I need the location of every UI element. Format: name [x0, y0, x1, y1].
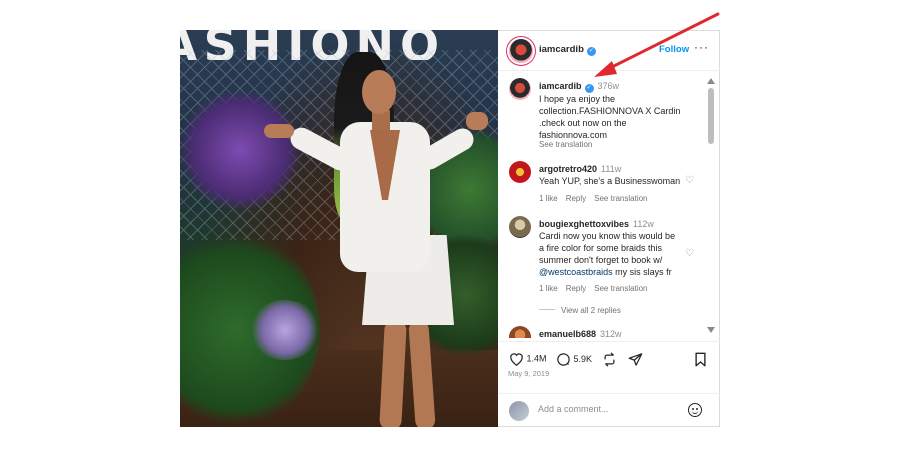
- repost-button[interactable]: [602, 352, 617, 367]
- comment-text: summer don't forget to book w/: [539, 255, 663, 265]
- comment-body: argotretro420 111w Yeah YUP, she's a Busi…: [539, 163, 680, 187]
- scroll-down-arrow-icon[interactable]: [707, 327, 715, 333]
- bookmark-icon: [695, 352, 706, 367]
- comment-avatar[interactable]: [509, 326, 531, 338]
- comment-avatar[interactable]: [509, 161, 531, 183]
- comment-button[interactable]: 5.9K: [556, 352, 592, 367]
- likes-count[interactable]: 1.4M: [527, 353, 547, 363]
- post-header: iamcardib ✓ Follow ···: [498, 31, 720, 71]
- verified-icon: ✓: [586, 47, 596, 56]
- comments-count[interactable]: 5.9K: [574, 354, 593, 364]
- caption-avatar[interactable]: [509, 78, 531, 100]
- post-side-panel: iamcardib ✓ Follow ··· iamcardib ✓ 376w I h…: [498, 30, 720, 427]
- heart-icon: [510, 353, 523, 367]
- post-date[interactable]: May 9, 2019: [508, 369, 549, 378]
- add-comment-row: Add a comment...: [498, 393, 720, 428]
- post-photo[interactable]: ASHIONO: [180, 30, 498, 427]
- scroll-up-arrow-icon[interactable]: [707, 78, 715, 84]
- figure-hand-right: [466, 112, 488, 130]
- save-button[interactable]: [694, 352, 707, 367]
- caption-line: I hope ya enjoy the: [539, 94, 616, 104]
- comment-time[interactable]: 111w: [601, 164, 621, 174]
- lavender-flowers: [250, 300, 320, 360]
- comment-body: emanuelb688 312w: [539, 328, 622, 338]
- author-avatar[interactable]: [509, 39, 533, 63]
- comment-time[interactable]: 112w: [633, 219, 654, 229]
- post-action-bar: 1.4M 5.9K: [498, 341, 720, 371]
- author-username[interactable]: iamcardib ✓: [539, 44, 596, 56]
- comment-reply[interactable]: Reply: [566, 284, 586, 293]
- paper-plane-icon: [628, 353, 643, 366]
- comment-see-translation[interactable]: See translation: [594, 284, 647, 293]
- caption-block: iamcardib ✓ 376w I hope ya enjoy the colle…: [539, 80, 680, 141]
- comment-likes[interactable]: 1 like: [539, 194, 558, 203]
- comment-text: Cardi now you know this would be: [539, 231, 676, 241]
- follow-button[interactable]: Follow: [659, 44, 689, 55]
- comment-time[interactable]: 312w: [600, 329, 622, 338]
- verified-icon: ✓: [584, 84, 594, 93]
- comment-username[interactable]: emanuelb688: [539, 329, 596, 338]
- current-user-avatar: [509, 401, 529, 421]
- share-button[interactable]: [628, 352, 643, 367]
- figure-hand-left: [264, 124, 294, 138]
- emoji-icon[interactable]: [688, 403, 702, 417]
- comment-actions: 1 like Reply See translation: [539, 284, 656, 293]
- caption-line: collection.FASHIONNOVA X Cardin: [539, 106, 681, 116]
- comment-username[interactable]: argotretro420: [539, 164, 597, 174]
- view-replies-link[interactable]: View all 2 replies: [539, 306, 621, 315]
- comments-scroll-area[interactable]: iamcardib ✓ 376w I hope ya enjoy the colle…: [498, 72, 720, 338]
- comment-body: bougiexghettoxvibes 112w Cardi now you kn…: [539, 218, 675, 278]
- like-comment-heart-icon[interactable]: ♡: [685, 249, 695, 259]
- figure-face: [362, 70, 396, 114]
- comment-text: Yeah YUP, she's a Businesswoman: [539, 176, 681, 186]
- comment-username[interactable]: bougiexghettoxvibes: [539, 219, 629, 229]
- repost-icon: [604, 352, 615, 367]
- author-username-text[interactable]: iamcardib: [539, 44, 584, 55]
- comment-actions: 1 like Reply See translation: [539, 194, 656, 203]
- scrollbar-thumb[interactable]: [708, 88, 714, 144]
- caption-see-translation[interactable]: See translation: [539, 140, 592, 149]
- like-comment-heart-icon[interactable]: ♡: [685, 176, 695, 186]
- like-button[interactable]: 1.4M: [509, 352, 547, 367]
- comment-avatar[interactable]: [509, 216, 531, 238]
- caption-line: .check out now on the: [539, 118, 627, 128]
- comment-see-translation[interactable]: See translation: [594, 194, 647, 203]
- comment-text: my sis slays fr: [612, 267, 672, 277]
- more-options-icon[interactable]: ···: [694, 40, 709, 54]
- comment-likes[interactable]: 1 like: [539, 284, 558, 293]
- caption-username[interactable]: iamcardib: [539, 81, 582, 91]
- mention-link[interactable]: @westcoastbraids: [539, 267, 613, 277]
- caption-time[interactable]: 376w: [598, 81, 620, 91]
- comment-bubble-icon: [557, 353, 570, 366]
- comment-reply[interactable]: Reply: [566, 194, 586, 203]
- add-comment-input[interactable]: Add a comment...: [538, 404, 609, 414]
- purple-plants: [180, 90, 300, 210]
- comment-text: a fire color for some braids this: [539, 243, 663, 253]
